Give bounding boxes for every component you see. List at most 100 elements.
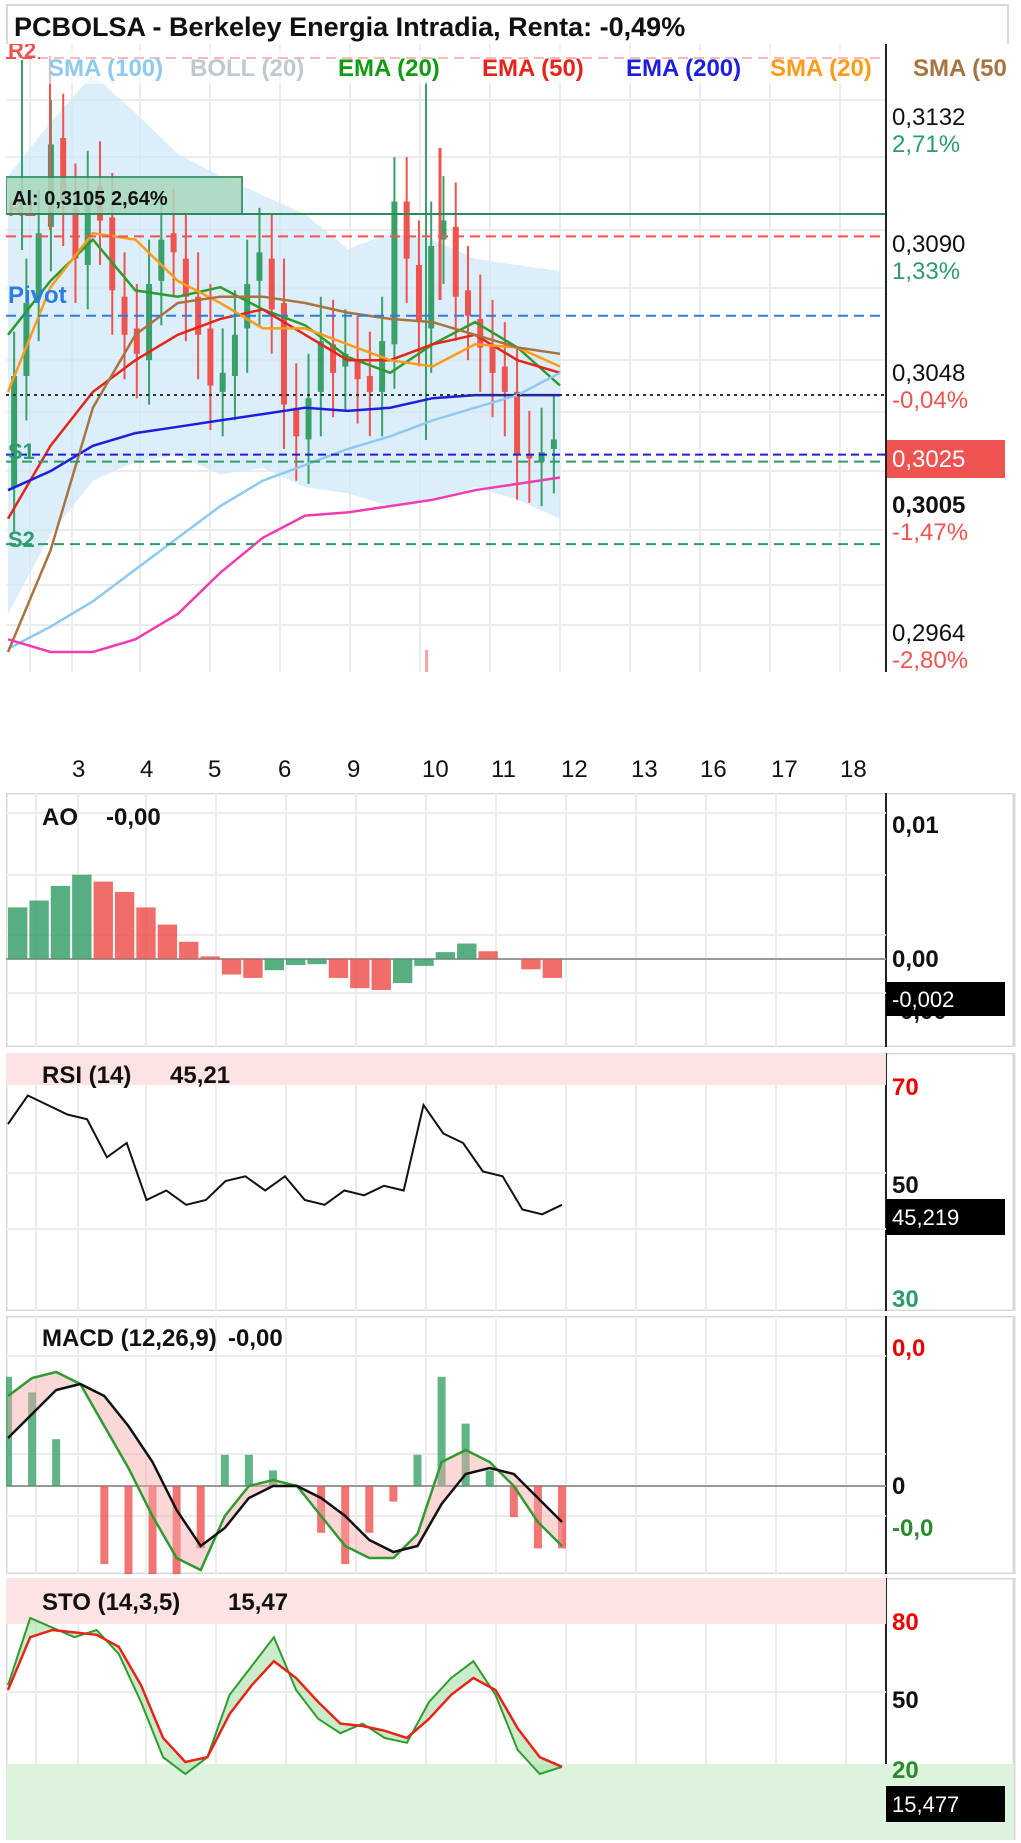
legend-item: EMA (20): [338, 55, 440, 82]
ao-bar: [29, 900, 49, 959]
sto-chart: STO (14,3,5) 15,47 80 50 20 15,477: [6, 1578, 1016, 1840]
macd-tick: 0: [892, 1473, 905, 1500]
ao-bar: [72, 874, 92, 959]
chart-title: PCBOLSA - Berkeley Energia Intradia, Ren…: [14, 12, 686, 42]
ao-bar: [392, 959, 413, 984]
price-tick-pct: 1,33%: [892, 258, 960, 285]
sto-last-label: 15,477: [892, 1792, 959, 1817]
ao-bar: [457, 943, 477, 959]
macd-histogram-bar: [124, 1486, 133, 1574]
candle-body: [538, 452, 545, 462]
legend-item: EMA (200): [626, 55, 741, 82]
sto-title: STO (14,3,5): [42, 1589, 180, 1616]
candle-body: [526, 455, 533, 459]
candle-body: [550, 439, 557, 449]
macd-panel: MACD (12,26,9) -0,00 0,0 0 -0,0: [6, 1316, 1016, 1574]
panel-frame: [6, 1316, 1016, 1574]
x-tick-label: 18: [840, 756, 867, 783]
macd-histogram-bar: [365, 1486, 374, 1533]
price-tick-label: 0,2964: [892, 620, 965, 647]
candle-body: [366, 376, 373, 392]
candle-body: [268, 258, 275, 310]
macd-histogram-bar: [413, 1454, 422, 1486]
macd-title: MACD (12,26,9): [42, 1325, 217, 1352]
candle-body: [231, 334, 238, 377]
legend-item: SMA (100): [48, 55, 163, 82]
level-r2-label: R2: [8, 44, 36, 63]
ao-bar: [542, 959, 562, 978]
legend-bg: [40, 50, 886, 84]
candle-body: [403, 201, 410, 259]
x-tick-label: 4: [140, 756, 153, 783]
x-tick-label: 6: [278, 756, 291, 783]
ao-tick: 0,01: [892, 812, 939, 839]
legend-item: BOLL (20): [190, 55, 304, 82]
sto-panel: STO (14,3,5) 15,47 80 50 20 15,477: [6, 1578, 1016, 1840]
price-tick-label: 0,3132: [892, 104, 965, 131]
macd-value: -0,00: [228, 1325, 283, 1352]
ao-bar: [221, 959, 242, 975]
sto-tick: 80: [892, 1609, 919, 1636]
panel-frame: [6, 1053, 1016, 1311]
x-tick-label: 11: [491, 756, 516, 783]
sto-value: 15,47: [228, 1589, 288, 1616]
candle-body: [465, 290, 471, 316]
volume-bar: [425, 650, 429, 672]
ao-bar: [136, 907, 156, 959]
candle-body: [415, 264, 422, 323]
candle-body: [317, 341, 324, 392]
ao-bar: [157, 924, 178, 959]
price-tick-pct: 2,71%: [892, 131, 960, 158]
ao-bar: [286, 959, 306, 966]
level-s1-label: S1: [8, 439, 35, 464]
ao-chart: AO-0,000,010,00-0,00-0,002: [6, 793, 1016, 1047]
x-tick-label: 9: [347, 756, 360, 783]
x-tick-label: 10: [422, 756, 449, 783]
ao-bar: [414, 959, 434, 966]
candle-body: [219, 372, 226, 392]
x-axis: 3 4 5 6 9 10 11 12 13 16 17 18: [6, 742, 1016, 786]
indicator-legend: SMA (100) BOLL (20) EMA (20) EMA (50) EMA (2…: [40, 50, 1007, 84]
ao-bar: [93, 881, 113, 959]
price-tick-label: 0,3048: [892, 360, 965, 387]
price-tick-label: 0,3005: [892, 492, 965, 519]
sto-tick: 50: [892, 1687, 919, 1714]
rsi-title: RSI (14): [42, 1062, 131, 1089]
price-tick-label: 0,3090: [892, 231, 965, 258]
ao-title: AO: [42, 804, 78, 831]
high-annotation-label: Al: 0,3105 2,64%: [12, 188, 168, 210]
ao-bar: [114, 891, 135, 959]
ao-value: -0,00: [106, 804, 161, 831]
macd-tick: 0,0: [892, 1335, 925, 1362]
price-tick-pct: -2,80%: [892, 647, 968, 672]
rsi-overbought-band: [6, 1053, 886, 1085]
rsi-tick: 30: [892, 1286, 919, 1311]
macd-histogram-bar: [389, 1486, 398, 1502]
macd-histogram-bar: [52, 1439, 61, 1486]
rsi-tick: 70: [892, 1074, 919, 1101]
ao-bar: [435, 952, 456, 959]
legend-item: SMA (20): [770, 55, 872, 82]
price-axis: 0,31322,71% 0,30901,33% 0,3048-0,04% 0,3005…: [886, 104, 1005, 672]
x-tick-label: 3: [72, 756, 85, 783]
rsi-panel: RSI (14) 45,21 70 50 30 45,219: [6, 1053, 1016, 1311]
macd-histogram-bar: [196, 1486, 205, 1549]
x-tick-label: 5: [208, 756, 221, 783]
candle-body: [207, 328, 214, 386]
candle-body: [379, 341, 386, 392]
x-tick-label: 13: [631, 756, 658, 783]
legend-item: EMA (50): [482, 55, 584, 82]
price-tick-pct: -0,04%: [892, 387, 968, 414]
legend-item: SMA (50: [913, 55, 1007, 82]
candle-body: [305, 398, 312, 440]
candle-body: [489, 344, 496, 373]
sto-tick: 20: [892, 1757, 919, 1784]
level-s2-label: S2: [8, 527, 35, 552]
macd-histogram-bar: [485, 1470, 494, 1486]
current-price-label: 0,3025: [892, 446, 965, 473]
macd-chart: MACD (12,26,9) -0,00 0,0 0 -0,0: [6, 1316, 1016, 1574]
chart-title-bar: PCBOLSA - Berkeley Energia Intradia, Ren…: [6, 4, 1009, 44]
x-tick-label: 16: [700, 756, 727, 783]
candle-body: [158, 239, 165, 281]
ao-tick: 0,00: [892, 946, 939, 973]
